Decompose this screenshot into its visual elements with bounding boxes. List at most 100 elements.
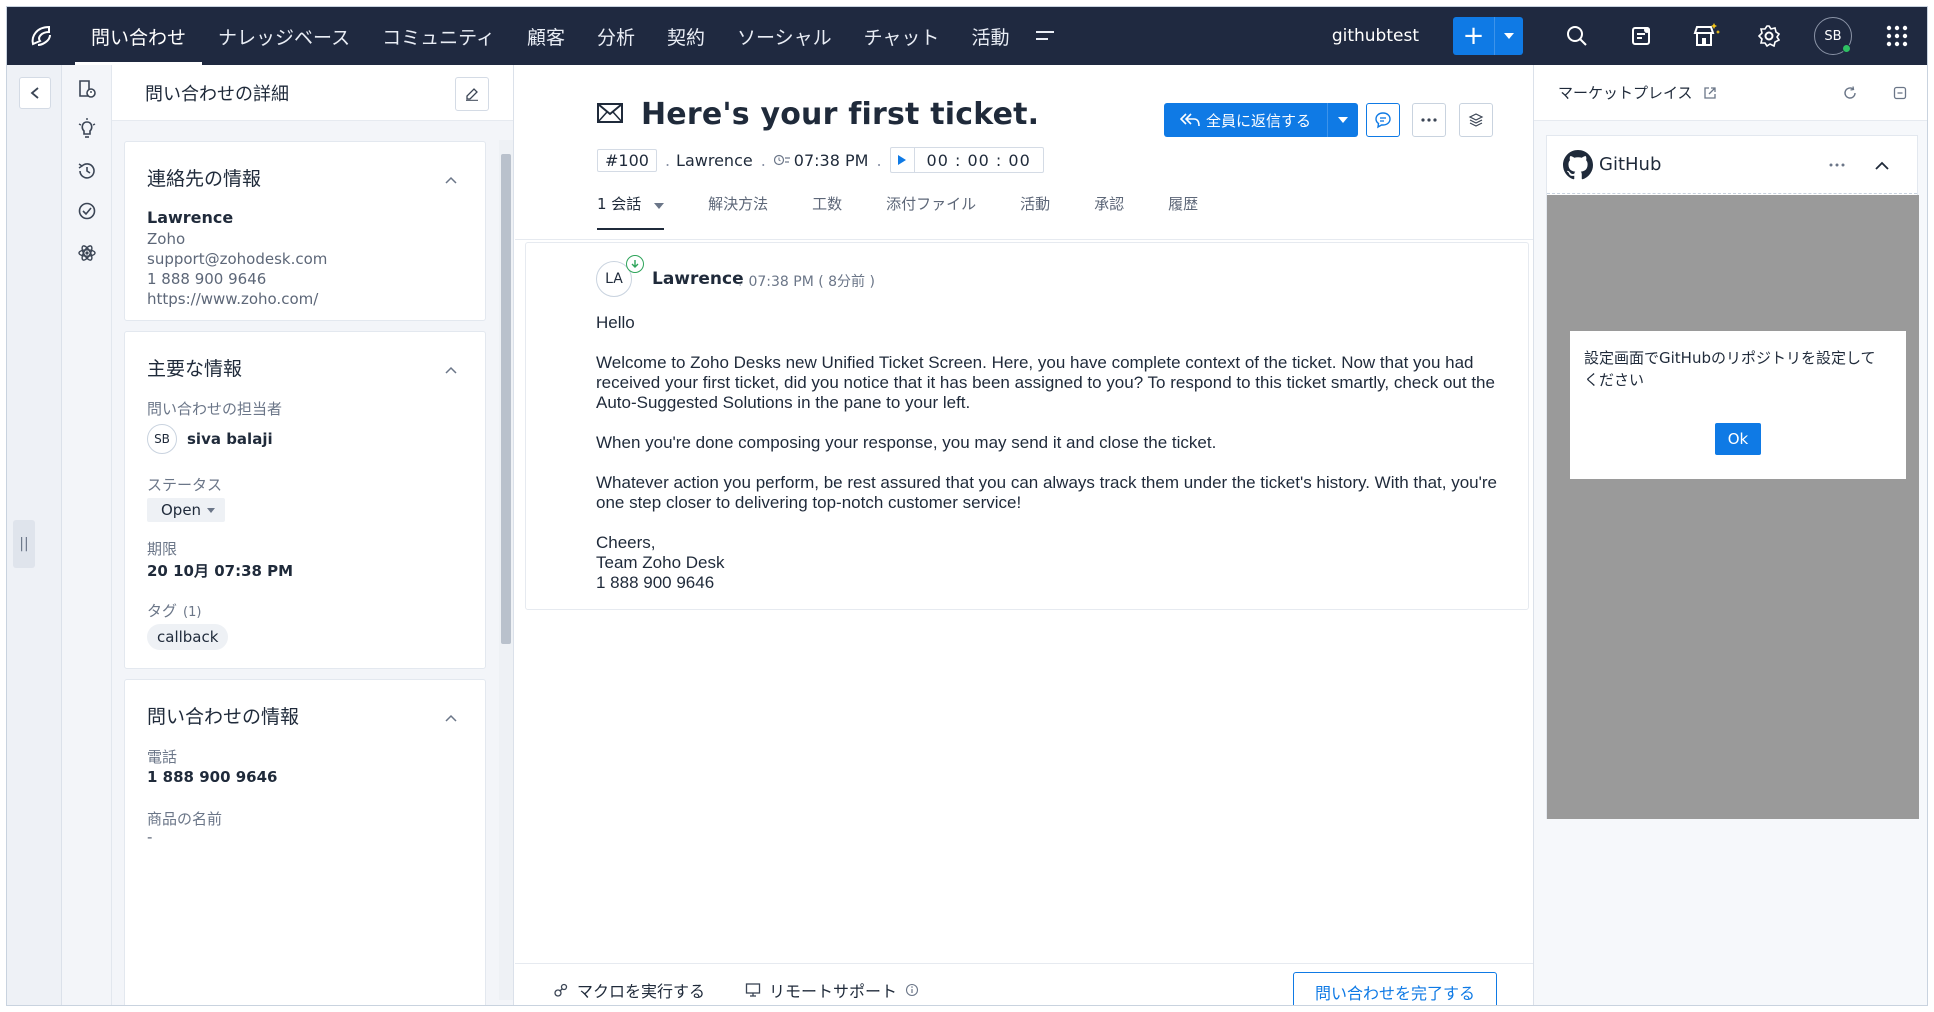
info-icon[interactable] — [905, 983, 919, 997]
user-avatar[interactable]: SB — [1801, 7, 1865, 65]
tags-label-row: タグ (1) — [147, 600, 201, 621]
tab-conversations[interactable]: 1 会話 — [597, 193, 665, 230]
minimize-icon[interactable] — [1893, 86, 1907, 100]
contact-email[interactable]: support@zohodesk.com — [147, 250, 327, 268]
ticket-properties-icon[interactable] — [75, 77, 99, 101]
nav-social[interactable]: ソーシャル — [721, 7, 848, 65]
ticket-number[interactable]: #100 — [597, 148, 657, 172]
ok-button[interactable]: Ok — [1715, 423, 1761, 455]
contact-name[interactable]: Lawrence — [147, 208, 233, 227]
status-label: ステータス — [147, 476, 223, 494]
online-status-dot — [1842, 44, 1851, 53]
zia-atom-icon[interactable] — [75, 241, 99, 265]
org-name[interactable]: githubtest — [1332, 26, 1419, 46]
clock-icon — [773, 154, 790, 166]
avatar[interactable]: SB — [1814, 17, 1852, 55]
phone-label: 電話 — [147, 748, 178, 766]
ticket-timer[interactable]: 00 : 00 : 00 — [889, 147, 1044, 173]
run-macro-label: マクロを実行する — [577, 982, 706, 1001]
left-rail: || — [7, 65, 62, 1005]
comment-bubble-icon — [1375, 112, 1391, 129]
tab-time-entry[interactable]: 工数 — [812, 193, 842, 230]
more-options-button[interactable] — [1412, 103, 1446, 137]
product-value[interactable]: - — [147, 828, 152, 846]
contact-card-title: 連絡先の情報 — [147, 168, 262, 190]
tab-attachments[interactable]: 添付ファイル — [886, 193, 976, 230]
github-logo-icon — [1563, 149, 1593, 179]
settings-gear-icon[interactable] — [1737, 7, 1801, 65]
github-widget-header: GitHub — [1547, 136, 1917, 194]
chevron-up-icon[interactable] — [445, 360, 457, 378]
tab-label: 1 会話 — [597, 195, 642, 213]
ticket-info-card: 問い合わせの情報 電話 1 888 900 9646 商品の名前 - — [124, 679, 486, 1005]
owner-label: 問い合わせの担当者 — [147, 400, 283, 418]
tags-label: タグ — [147, 602, 178, 620]
chevron-up-icon[interactable] — [445, 170, 457, 188]
tab-history[interactable]: 履歴 — [1168, 193, 1198, 230]
more-dots-icon[interactable] — [1829, 163, 1845, 167]
external-link-icon[interactable] — [1703, 86, 1717, 100]
tab-approvals[interactable]: 承認 — [1094, 193, 1124, 230]
contact-website[interactable]: https://www.zoho.com/ — [147, 290, 318, 308]
chevron-up-icon[interactable] — [1875, 161, 1889, 170]
nav-tickets[interactable]: 問い合わせ — [75, 7, 203, 65]
add-new-button[interactable]: + — [1453, 17, 1523, 55]
key-info-card: 主要な情報 問い合わせの担当者 SB siva balaji ステータス Ope… — [124, 331, 486, 669]
nav-activities[interactable]: 活動 — [955, 7, 1025, 65]
close-ticket-button[interactable]: 問い合わせを完了する — [1293, 972, 1497, 1005]
nav-customers[interactable]: 顧客 — [511, 7, 581, 65]
search-icon[interactable] — [1545, 7, 1609, 65]
plus-icon[interactable]: + — [1453, 17, 1495, 55]
tab-activities[interactable]: 活動 — [1020, 193, 1050, 230]
refresh-icon[interactable] — [1843, 86, 1857, 100]
phone-value[interactable]: 1 888 900 9646 — [147, 768, 277, 786]
top-navigation: 問い合わせ ナレッジベース コミュニティ 顧客 分析 契約 ソーシャル チャット… — [7, 7, 1927, 65]
history-icon[interactable] — [75, 159, 99, 183]
nav-analytics[interactable]: 分析 — [581, 7, 651, 65]
scrollbar[interactable] — [499, 140, 513, 1000]
due-label: 期限 — [147, 540, 178, 558]
avatar-initials: SB — [1824, 28, 1842, 44]
nav-community[interactable]: コミュニティ — [366, 7, 511, 65]
nav-chat[interactable]: チャット — [848, 7, 956, 65]
contact-phone[interactable]: 1 888 900 9646 — [147, 270, 266, 288]
nav-knowledge-base[interactable]: ナレッジベース — [202, 7, 366, 65]
comment-button[interactable] — [1366, 103, 1400, 137]
remote-support-button[interactable]: リモートサポート — [745, 978, 919, 1002]
thread-paragraph: Whatever action you perform, be rest ass… — [596, 473, 1497, 512]
suggestions-bulb-icon[interactable] — [75, 117, 99, 141]
due-value[interactable]: 20 10月 07:38 PM — [147, 560, 293, 581]
notes-icon[interactable] — [1609, 7, 1673, 65]
chevron-up-icon[interactable] — [445, 708, 457, 726]
tab-solutions[interactable]: 解決方法 — [708, 193, 768, 230]
thread-paragraph: Welcome to Zoho Desks new Unified Ticket… — [596, 353, 1495, 412]
reply-all-main[interactable]: 全員に返信する — [1164, 103, 1328, 137]
play-icon[interactable] — [891, 148, 915, 172]
owner-field[interactable]: SB siva balaji — [147, 424, 273, 454]
reply-all-button[interactable]: 全員に返信する — [1164, 103, 1358, 137]
nav-contracts[interactable]: 契約 — [651, 7, 721, 65]
thread-sender[interactable]: Lawrence — [652, 269, 744, 289]
marketplace-header: マーケットプレイス — [1534, 65, 1927, 121]
ticket-contact[interactable]: Lawrence — [676, 151, 753, 170]
apps-grid-icon[interactable] — [1865, 7, 1927, 65]
thread-paragraph: Hello — [596, 313, 635, 332]
run-macro-button[interactable]: マクロを実行する — [553, 978, 705, 1002]
edit-button[interactable] — [455, 77, 489, 111]
zoho-desk-logo-icon[interactable] — [7, 7, 75, 65]
marketplace-store-icon[interactable] — [1673, 7, 1737, 65]
scrollbar-thumb[interactable] — [501, 154, 511, 644]
ticket-subject[interactable]: Here's your first ticket. — [641, 97, 1039, 132]
check-circle-icon[interactable] — [75, 199, 99, 223]
macro-gear-icon — [554, 983, 568, 997]
tags-count: (1) — [183, 605, 202, 620]
chevron-down-icon[interactable] — [1495, 17, 1523, 55]
tag-chip[interactable]: callback — [147, 624, 229, 650]
collapse-panel-button[interactable] — [19, 77, 51, 109]
layers-button[interactable] — [1459, 103, 1493, 137]
nav-more-icon[interactable] — [1025, 7, 1065, 65]
github-widget-title: GitHub — [1599, 154, 1662, 175]
status-dropdown[interactable]: Open — [147, 498, 226, 522]
resize-handle[interactable]: || — [13, 520, 35, 568]
chevron-down-icon[interactable] — [1328, 103, 1358, 137]
